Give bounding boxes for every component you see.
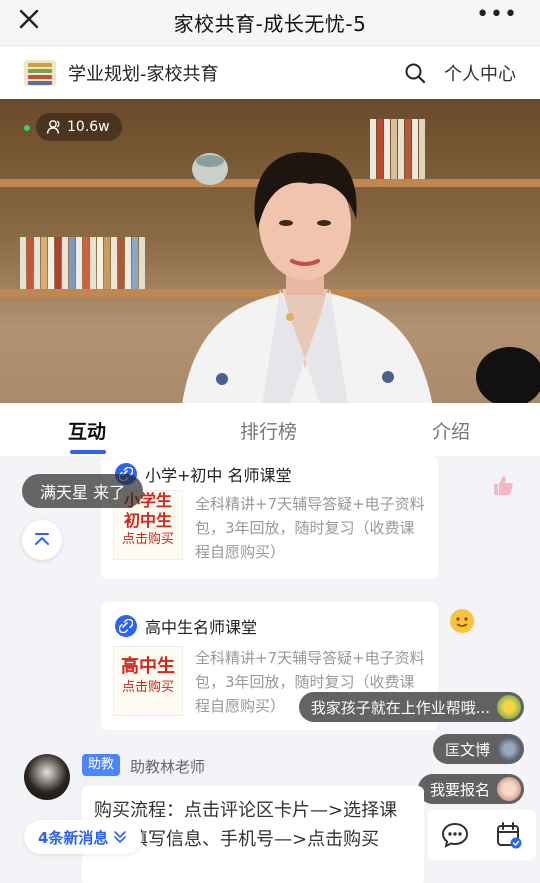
card-title: 小学+初中 名师课堂 bbox=[145, 466, 292, 485]
commenter-avatar bbox=[497, 737, 521, 761]
card-title-row: 小学+初中 名师课堂 bbox=[115, 462, 292, 486]
new-messages-label: 4条新消息 bbox=[38, 828, 109, 847]
books bbox=[20, 237, 146, 289]
teacher-name: 助教林老师 bbox=[130, 758, 206, 776]
user-center-link[interactable]: 个人中心 bbox=[444, 60, 516, 86]
tab-ranking[interactable]: 排行榜 bbox=[240, 417, 297, 444]
card-description: 全科精讲+7天辅导答疑+电子资料包，3年回放，随时复习（收费课程自愿购买） bbox=[195, 495, 425, 561]
commenter-avatar bbox=[497, 777, 521, 801]
card-title: 高中生名师课堂 bbox=[145, 618, 258, 637]
join-notice: 满天星 来了 bbox=[22, 474, 144, 508]
commenter-avatar bbox=[497, 695, 521, 719]
thumb-buy-label: 点击购买 bbox=[121, 680, 174, 695]
viewer-count: 10.6w bbox=[36, 113, 122, 141]
top-bar: 家校共育-成长无忧-5 ••• bbox=[0, 0, 540, 46]
floating-comment-text: 匡文博 bbox=[444, 740, 490, 759]
bottom-actions bbox=[428, 810, 536, 860]
thumbs-up-icon[interactable] bbox=[490, 472, 516, 498]
scroll-top-button[interactable] bbox=[22, 520, 62, 560]
link-icon bbox=[115, 615, 137, 637]
search-icon[interactable] bbox=[404, 62, 426, 84]
floating-comment-text: 我要报名 bbox=[429, 780, 490, 799]
floating-comment: 我要报名 bbox=[417, 774, 524, 804]
chat-area[interactable]: 小学+初中 名师课堂 小学生 初中生 点击购买 全科精讲+7天辅导答疑+电子资料… bbox=[0, 456, 540, 883]
assistant-badge: 助教 bbox=[82, 754, 121, 776]
chevron-down-icon bbox=[114, 831, 127, 843]
avatar[interactable] bbox=[24, 754, 70, 800]
microphone bbox=[476, 347, 540, 403]
thumb-line: 高中生 bbox=[121, 656, 175, 677]
close-icon[interactable] bbox=[14, 4, 44, 34]
more-icon[interactable]: ••• bbox=[476, 2, 518, 27]
live-video[interactable]: 10.6w bbox=[0, 99, 540, 403]
floating-comment-text: 我家孩子就在上作业帮哦... bbox=[310, 698, 490, 717]
tab-intro[interactable]: 介绍 bbox=[432, 417, 470, 444]
arrow-up-icon bbox=[35, 533, 49, 545]
presenter bbox=[182, 152, 433, 403]
card-title-row: 高中生名师课堂 bbox=[115, 614, 257, 638]
new-messages-button[interactable]: 4条新消息 bbox=[24, 820, 143, 854]
thumb-line: 初中生 bbox=[123, 511, 172, 530]
person-icon bbox=[46, 120, 60, 134]
window-title: 家校共育-成长无忧-5 bbox=[173, 12, 367, 36]
course-card-primary[interactable]: 小学+初中 名师课堂 小学生 初中生 点击购买 全科精讲+7天辅导答疑+电子资料… bbox=[101, 456, 438, 579]
channel-header: 学业规划-家校共育 个人中心 bbox=[0, 46, 540, 99]
channel-logo bbox=[24, 59, 56, 86]
comment-icon[interactable] bbox=[440, 820, 470, 850]
tab-interaction[interactable]: 互动 bbox=[68, 417, 106, 444]
thumb-buy-label: 点击购买 bbox=[121, 532, 174, 547]
course-thumbnail[interactable]: 高中生 点击购买 bbox=[113, 646, 183, 716]
viewer-count-value: 10.6w bbox=[67, 119, 110, 135]
tab-bar: 互动 排行榜 介绍 bbox=[0, 403, 540, 456]
tab-active-indicator bbox=[70, 450, 106, 454]
channel-name[interactable]: 学业规划-家校共育 bbox=[68, 60, 219, 86]
calendar-check-icon[interactable] bbox=[494, 820, 524, 850]
smile-emoji-icon[interactable] bbox=[449, 608, 475, 634]
live-indicator bbox=[24, 125, 30, 131]
floating-comment: 我家孩子就在上作业帮哦... bbox=[298, 692, 524, 722]
floating-comment: 匡文博 bbox=[432, 734, 524, 764]
